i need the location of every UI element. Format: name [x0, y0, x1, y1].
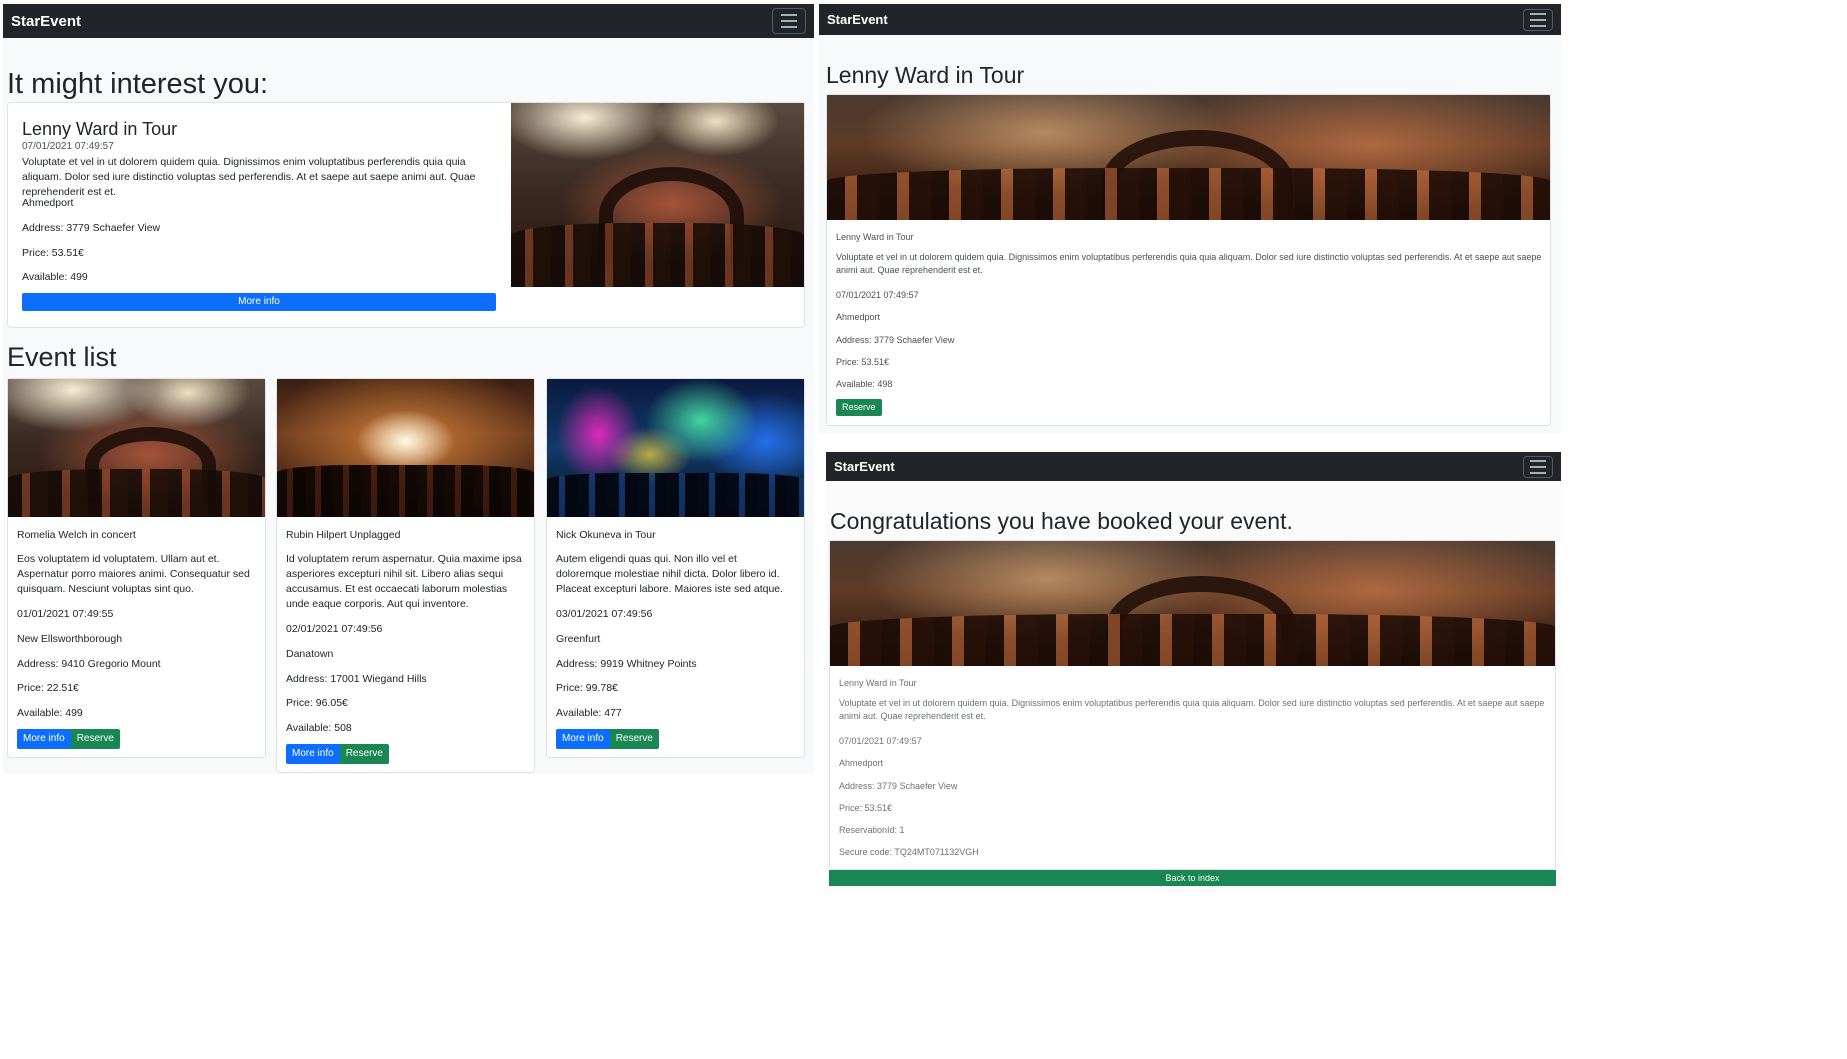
event-address: Address: 3779 Schaefer View — [839, 781, 958, 791]
featured-title: Lenny Ward in Tour — [22, 119, 178, 139]
event-date: 03/01/2021 07:49:56 — [556, 608, 653, 620]
event-image — [827, 95, 1550, 220]
event-image — [830, 541, 1555, 666]
event-title: Lenny Ward in Tour — [839, 678, 917, 688]
menu-toggle-icon[interactable] — [772, 8, 806, 34]
event-available: Available: 498 — [836, 379, 893, 389]
featured-card: Lenny Ward in Tour 07/01/2021 07:49:57 V… — [7, 102, 805, 328]
event-price: Price: 53.51€ — [836, 357, 890, 367]
event-title: Romelia Welch in concert — [17, 529, 136, 541]
event-title: Nick Okuneva in Tour — [556, 529, 656, 541]
event-actions: More info Reserve — [556, 729, 659, 749]
event-date: 01/01/2021 07:49:55 — [17, 608, 114, 620]
event-city: Danatown — [286, 648, 334, 660]
event-price: Price: 22.51€ — [17, 682, 79, 694]
event-city: New Ellsworthborough — [17, 633, 123, 645]
event-available: Available: 508 — [286, 722, 352, 734]
confirmation-heading: Congratulations you have booked your eve… — [830, 508, 1293, 534]
event-image — [8, 379, 265, 517]
event-detail-card: Lenny Ward in Tour Voluptate et vel in u… — [826, 94, 1551, 426]
confirmation-page: StarEvent Congratulations you have booke… — [826, 452, 1561, 892]
reserve-button[interactable]: Reserve — [836, 399, 882, 416]
event-actions: More info Reserve — [17, 729, 120, 749]
menu-toggle-icon[interactable] — [1523, 8, 1553, 31]
reserve-button[interactable]: Reserve — [70, 729, 120, 749]
menu-toggle-icon[interactable] — [1523, 455, 1553, 478]
index-page: StarEvent It might interest you: Lenny W… — [3, 4, 814, 774]
event-price: Price: 53.51€ — [839, 803, 893, 813]
event-card: Nick Okuneva in Tour Autem eligendi quas… — [546, 378, 805, 758]
brand-logo[interactable]: StarEvent — [11, 13, 81, 30]
event-date: 07/01/2021 07:49:57 — [836, 290, 919, 300]
interest-heading: It might interest you: — [7, 68, 269, 100]
event-city: Greenfurt — [556, 633, 601, 645]
event-description: Autem eligendi quas qui. Non illo vel et… — [556, 553, 784, 595]
event-image — [547, 379, 804, 517]
event-card: Romelia Welch in concert Eos voluptatem … — [7, 378, 266, 758]
brand-logo[interactable]: StarEvent — [827, 12, 888, 27]
more-info-button[interactable]: More info — [17, 729, 71, 749]
event-heading: Lenny Ward in Tour — [826, 62, 1025, 88]
event-description: Id voluptatem rerum aspernatur. Quia max… — [286, 553, 522, 610]
event-available: Available: 499 — [17, 707, 83, 719]
featured-available: Available: 499 — [22, 271, 88, 283]
detail-page: StarEvent Lenny Ward in Tour Lenny Ward … — [819, 4, 1561, 434]
event-address: Address: 9919 Whitney Points — [556, 658, 697, 670]
navbar: StarEvent — [826, 452, 1561, 481]
navbar: StarEvent — [819, 4, 1561, 35]
booking-card: Lenny Ward in Tour Voluptate et vel in u… — [829, 540, 1556, 870]
event-description: Eos voluptatem id voluptatem. Ullam aut … — [17, 553, 250, 595]
featured-city: Ahmedport — [22, 197, 74, 209]
event-date: 07/01/2021 07:49:57 — [839, 736, 922, 746]
event-price: Price: 96.05€ — [286, 697, 348, 709]
featured-price: Price: 53.51€ — [22, 247, 84, 259]
back-to-index-button[interactable]: Back to index — [829, 870, 1556, 886]
event-address: Address: 3779 Schaefer View — [836, 335, 955, 345]
secure-code: Secure code: TQ24MT071132VGH — [839, 847, 979, 857]
event-city: Ahmedport — [839, 758, 884, 768]
event-card: Rubin Hilpert Unplagged Id voluptatem re… — [276, 378, 535, 773]
event-address: Address: 17001 Wiegand Hills — [286, 673, 427, 685]
event-available: Available: 477 — [556, 707, 622, 719]
event-title: Lenny Ward in Tour — [836, 232, 914, 242]
more-info-button[interactable]: More info — [286, 744, 340, 764]
event-actions: More info Reserve — [286, 744, 389, 764]
featured-event-image — [511, 103, 804, 287]
event-city: Ahmedport — [836, 312, 881, 322]
event-title: Rubin Hilpert Unplagged — [286, 529, 401, 541]
navbar: StarEvent — [3, 4, 814, 38]
featured-date: 07/01/2021 07:49:57 — [22, 141, 114, 152]
event-list-heading: Event list — [7, 342, 117, 372]
event-address: Address: 9410 Gregorio Mount — [17, 658, 161, 670]
event-image — [277, 379, 534, 517]
featured-description: Voluptate et vel in ut dolorem quidem qu… — [22, 156, 476, 198]
reserve-button[interactable]: Reserve — [609, 729, 659, 749]
event-description: Voluptate et vel in ut dolorem quidem qu… — [836, 252, 1542, 275]
event-description: Voluptate et vel in ut dolorem quidem qu… — [839, 698, 1545, 721]
reservation-id: ReservationId: 1 — [839, 825, 905, 835]
event-price: Price: 99.78€ — [556, 682, 618, 694]
featured-more-info-button[interactable]: More info — [22, 293, 496, 311]
reserve-button[interactable]: Reserve — [339, 744, 389, 764]
event-date: 02/01/2021 07:49:56 — [286, 623, 383, 635]
more-info-button[interactable]: More info — [556, 729, 610, 749]
brand-logo[interactable]: StarEvent — [834, 459, 895, 474]
featured-address: Address: 3779 Schaefer View — [22, 222, 161, 234]
